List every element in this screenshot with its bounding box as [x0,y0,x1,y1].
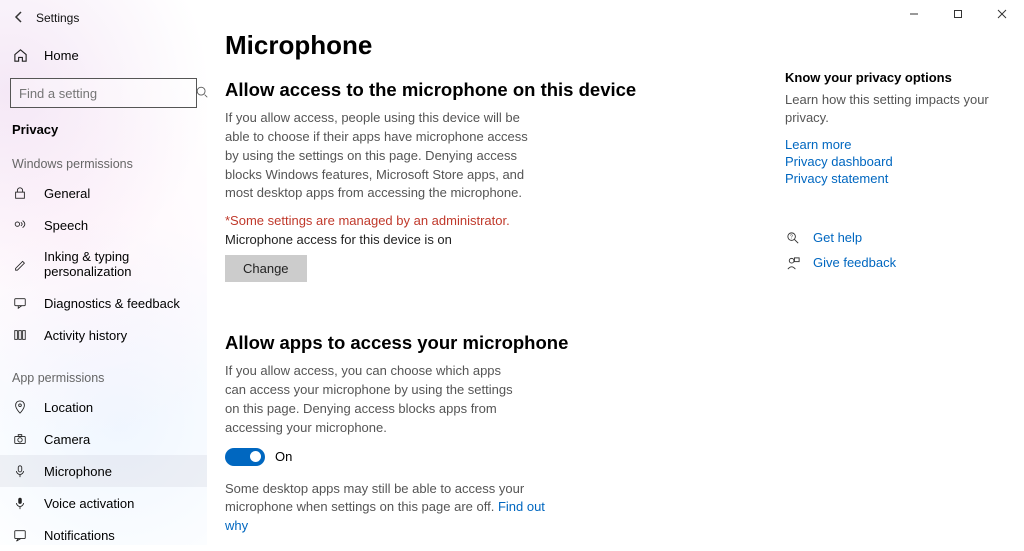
sidebar-item-microphone[interactable]: Microphone [0,455,207,487]
sidebar-item-speech[interactable]: Speech [0,209,207,241]
feedback-icon [12,295,28,311]
desktop-apps-note: Some desktop apps may still be able to a… [225,480,545,537]
sidebar-item-voice[interactable]: Voice activation [0,487,207,519]
speech-icon [12,217,28,233]
main-content: Microphone Allow access to the microphon… [225,30,785,545]
sidebar-item-label: Notifications [44,528,115,543]
page-title: Microphone [225,30,785,61]
sidebar-item-label: Diagnostics & feedback [44,296,180,311]
svg-text:?: ? [789,235,792,241]
minimize-button[interactable] [892,0,936,28]
app-title: Settings [36,11,79,25]
change-button[interactable]: Change [225,255,307,282]
home-icon [12,47,28,63]
sidebar-item-label: General [44,186,90,201]
search-input[interactable] [19,86,195,101]
sidebar-category: Privacy [0,116,207,137]
section-desc: If you allow access, people using this d… [225,109,545,203]
history-icon [12,327,28,343]
sidebar: Settings Home Privacy Windows permission… [0,0,207,545]
sidebar-item-label: Speech [44,218,88,233]
toggle-label: On [275,449,292,464]
help-icon: ? [785,231,801,247]
get-help-link[interactable]: Get help [813,230,862,245]
give-feedback-link[interactable]: Give feedback [813,255,896,270]
sidebar-item-label: Camera [44,432,90,447]
pen-icon [12,256,28,272]
admin-note: *Some settings are managed by an adminis… [225,213,785,228]
right-heading: Know your privacy options [785,70,1005,85]
section-device-access: Allow access to the microphone on this d… [225,79,785,312]
search-box[interactable] [10,78,197,108]
sidebar-item-location[interactable]: Location [0,391,207,423]
close-button[interactable] [980,0,1024,28]
microphone-icon [12,463,28,479]
voice-icon [12,495,28,511]
sidebar-item-notifications[interactable]: Notifications [0,519,207,551]
back-button[interactable] [12,10,36,27]
location-icon [12,399,28,415]
sidebar-home-label: Home [44,48,79,63]
sidebar-group-app: App permissions [0,363,207,391]
sidebar-item-label: Activity history [44,328,127,343]
feedback-person-icon [785,256,801,272]
privacy-statement-link[interactable]: Privacy statement [785,171,1005,186]
camera-icon [12,431,28,447]
section-desc: If you allow access, you can choose whic… [225,362,525,437]
sidebar-item-label: Inking & typing personalization [44,249,195,279]
sidebar-item-label: Location [44,400,93,415]
give-feedback-row[interactable]: Give feedback [785,255,1005,272]
learn-more-link[interactable]: Learn more [785,137,1005,152]
sidebar-item-diagnostics[interactable]: Diagnostics & feedback [0,287,207,319]
right-desc: Learn how this setting impacts your priv… [785,91,1005,127]
allow-apps-toggle[interactable]: On [225,448,785,466]
section-allow-apps: Allow apps to access your microphone If … [225,332,785,545]
right-column: Know your privacy options Learn how this… [785,30,1005,545]
sidebar-home[interactable]: Home [0,38,207,72]
sidebar-item-general[interactable]: General [0,177,207,209]
maximize-button[interactable] [936,0,980,28]
device-access-status: Microphone access for this device is on [225,232,785,247]
section-heading: Allow access to the microphone on this d… [225,79,785,101]
section-heading: Allow apps to access your microphone [225,332,785,354]
sidebar-item-camera[interactable]: Camera [0,423,207,455]
search-icon [195,85,209,102]
sidebar-group-windows: Windows permissions [0,149,207,177]
sidebar-item-activity[interactable]: Activity history [0,319,207,351]
sidebar-item-inking[interactable]: Inking & typing personalization [0,241,207,287]
window-controls [892,0,1024,28]
lock-icon [12,185,28,201]
get-help-row[interactable]: ? Get help [785,230,1005,247]
sidebar-item-label: Microphone [44,464,112,479]
sidebar-item-label: Voice activation [44,496,134,511]
notifications-icon [12,527,28,543]
privacy-dashboard-link[interactable]: Privacy dashboard [785,154,1005,169]
toggle-track-on [225,448,265,466]
